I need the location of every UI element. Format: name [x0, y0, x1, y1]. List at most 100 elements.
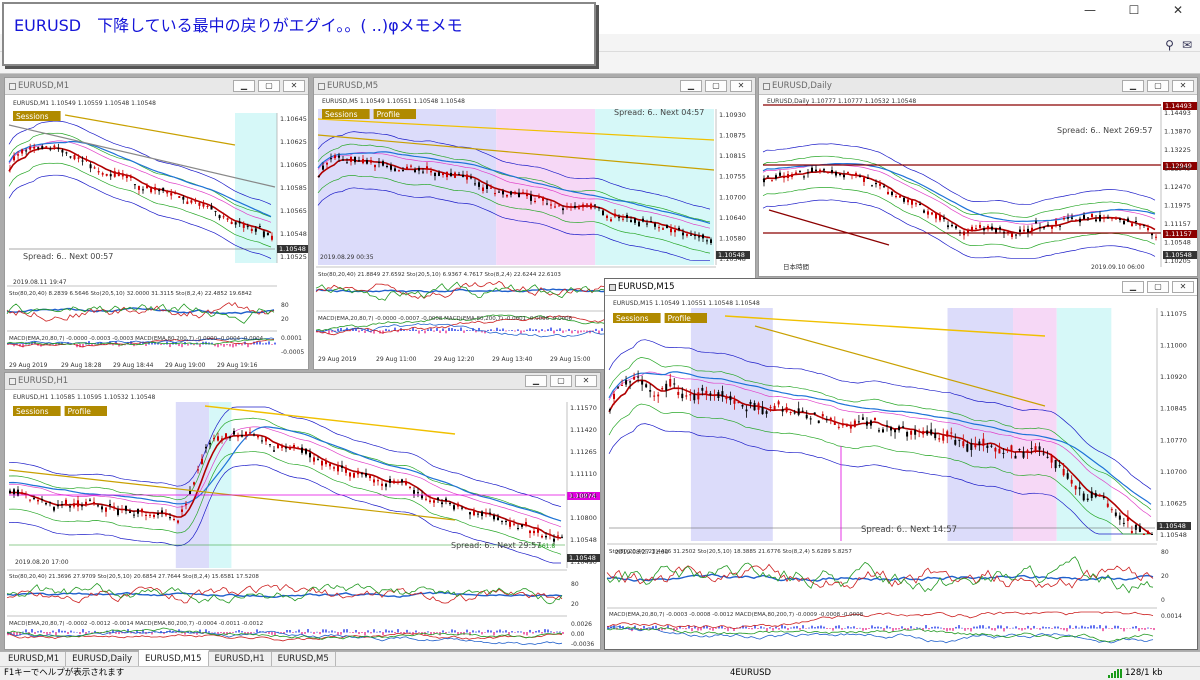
candle-body: [1058, 465, 1061, 467]
candle-body: [829, 417, 832, 421]
macd-bar: [559, 631, 561, 633]
candle-body: [1135, 221, 1137, 223]
minimize-icon[interactable]: ▁: [525, 375, 547, 387]
tab-eurusd-daily[interactable]: EURUSD,Daily: [66, 652, 139, 666]
minimize-icon[interactable]: ▁: [233, 80, 255, 92]
chart-window-m1[interactable]: EURUSD,M1 ▁ ▢ ✕ EURUSD,M1 1.10549 1.10559 …: [4, 77, 309, 370]
candle-body: [162, 187, 165, 191]
chart-body[interactable]: 1.10974 EURUSD,H1 1.10585 1.10595 1.10532…: [5, 390, 600, 649]
maximize-button[interactable]: ☐: [1112, 0, 1156, 20]
candle-body: [661, 388, 664, 390]
candle-body: [313, 457, 315, 462]
candle-body: [1130, 530, 1133, 533]
chart-titlebar[interactable]: EURUSD,Daily ▁ ▢ ✕: [759, 78, 1197, 95]
maximize-icon[interactable]: ▢: [1147, 80, 1169, 92]
chart-titlebar[interactable]: EURUSD,M1 ▁ ▢ ✕: [5, 78, 308, 95]
minimize-icon[interactable]: ▁: [1122, 281, 1144, 293]
close-icon[interactable]: ✕: [283, 80, 305, 92]
close-icon[interactable]: ✕: [575, 375, 597, 387]
tab-eurusd-h1[interactable]: EURUSD,H1: [209, 652, 272, 666]
maximize-icon[interactable]: ▢: [705, 80, 727, 92]
candle-body: [386, 165, 388, 168]
chat-icon[interactable]: ✉: [1182, 38, 1192, 52]
time-label: 29 Aug 11:00: [376, 356, 417, 363]
chart-canvas[interactable]: EURUSD,M15 1.10549 1.10551 1.10548 1.105…: [605, 296, 1197, 650]
candle-body: [582, 204, 584, 208]
candle-body: [809, 418, 812, 420]
candle-body: [97, 505, 99, 507]
candle-body: [658, 227, 660, 229]
minimize-icon[interactable]: ▁: [1122, 80, 1144, 92]
chart-titlebar[interactable]: EURUSD,H1 ▁ ▢ ✕: [5, 373, 600, 390]
chart-window-daily[interactable]: EURUSD,Daily ▁ ▢ ✕ 1.14493 1.12949 1.11157 EU…: [758, 77, 1198, 277]
close-icon[interactable]: ✕: [1172, 80, 1194, 92]
candle-body: [242, 223, 245, 228]
search-icon[interactable]: ⚲: [1165, 38, 1174, 52]
candle-body: [29, 499, 31, 501]
macd-bar: [61, 630, 63, 633]
chart-title: EURUSD,M5: [327, 81, 379, 91]
close-button[interactable]: ✕: [1156, 0, 1200, 20]
toolbar-right: ⚲ ✉: [1165, 38, 1192, 52]
chart-body[interactable]: 1.14493 1.12949 1.11157 EURUSD,Daily 1.1077…: [759, 95, 1197, 276]
maximize-icon[interactable]: ▢: [258, 80, 280, 92]
candle-body: [666, 225, 668, 228]
chart-body[interactable]: EURUSD,M15 1.10549 1.10551 1.10548 1.105…: [605, 296, 1197, 649]
macd-bar: [1138, 628, 1140, 632]
macd-bar: [322, 629, 324, 633]
candle-body: [458, 174, 460, 176]
candle-body: [767, 175, 769, 177]
candle-body: [926, 430, 929, 435]
candle-body: [911, 199, 913, 205]
macd-bar: [364, 330, 366, 333]
macd-bar: [325, 629, 327, 633]
macd-bar: [595, 328, 597, 331]
macd-bar: [409, 631, 411, 633]
chart-window-h1[interactable]: EURUSD,H1 ▁ ▢ ✕ 1.10974 EURUSD,H1 1.10585 1…: [4, 372, 601, 650]
status-symbol: 4EURUSD: [730, 668, 772, 678]
macd-bar: [823, 626, 825, 629]
chart-titlebar[interactable]: EURUSD,M5 ▁ ▢ ✕: [314, 78, 755, 95]
macd-bar: [520, 631, 522, 633]
candle-body: [662, 228, 664, 230]
macd-bar: [934, 626, 936, 629]
candle-body: [553, 538, 555, 542]
candle-body: [346, 162, 348, 164]
candle-body: [250, 228, 253, 231]
status-bar: F1キーでヘルプが表示されます 4EURUSD 128/1 kb: [0, 666, 1200, 680]
macd-bar: [340, 327, 342, 331]
tab-eurusd-m15[interactable]: EURUSD,M15: [138, 650, 209, 666]
chart-titlebar[interactable]: EURUSD,M15 ▁ ▢ ✕: [605, 279, 1197, 296]
chart-window-m15[interactable]: EURUSD,M15 ▁ ▢ ✕ EURUSD,M15 1.10549 1.1055…: [604, 278, 1198, 650]
macd-bar: [415, 329, 417, 331]
tab-eurusd-m5[interactable]: EURUSD,M5: [272, 652, 336, 666]
candle-body: [554, 206, 556, 208]
price-label: 1.10815: [719, 152, 746, 160]
macd-bar: [358, 330, 360, 333]
maximize-icon[interactable]: ▢: [550, 375, 572, 387]
time-label: 29 Aug 13:40: [492, 356, 533, 363]
macd-bar: [406, 629, 408, 633]
macd-bar: [376, 631, 378, 633]
macd-bar: [370, 632, 372, 634]
tab-eurusd-m1[interactable]: EURUSD,M1: [2, 652, 67, 666]
candle-body: [1075, 219, 1077, 221]
macd-bar: [1000, 625, 1002, 629]
macd-bar: [1147, 627, 1149, 629]
candle-body: [233, 430, 235, 435]
price-box-label: 1.10548: [1159, 522, 1186, 530]
minimize-icon[interactable]: ▁: [680, 80, 702, 92]
minimize-button[interactable]: —: [1068, 0, 1112, 20]
close-icon[interactable]: ✕: [730, 80, 752, 92]
chart-canvas[interactable]: 1.10974 EURUSD,H1 1.10585 1.10595 1.10532…: [5, 390, 600, 650]
maximize-icon[interactable]: ▢: [1147, 281, 1169, 293]
chart-canvas[interactable]: EURUSD,M1 1.10549 1.10559 1.10548 1.1054…: [5, 95, 308, 370]
macd-bar: [961, 627, 963, 629]
candle-body: [843, 174, 845, 178]
close-icon[interactable]: ✕: [1172, 281, 1194, 293]
chart-body[interactable]: EURUSD,M1 1.10549 1.10559 1.10548 1.1054…: [5, 95, 308, 369]
chart-canvas[interactable]: 1.14493 1.12949 1.11157 EURUSD,Daily 1.1077…: [759, 95, 1197, 277]
macd-bar: [1036, 628, 1038, 629]
time-label: 29 Aug 12:20: [434, 356, 475, 363]
candle-body: [461, 507, 463, 509]
